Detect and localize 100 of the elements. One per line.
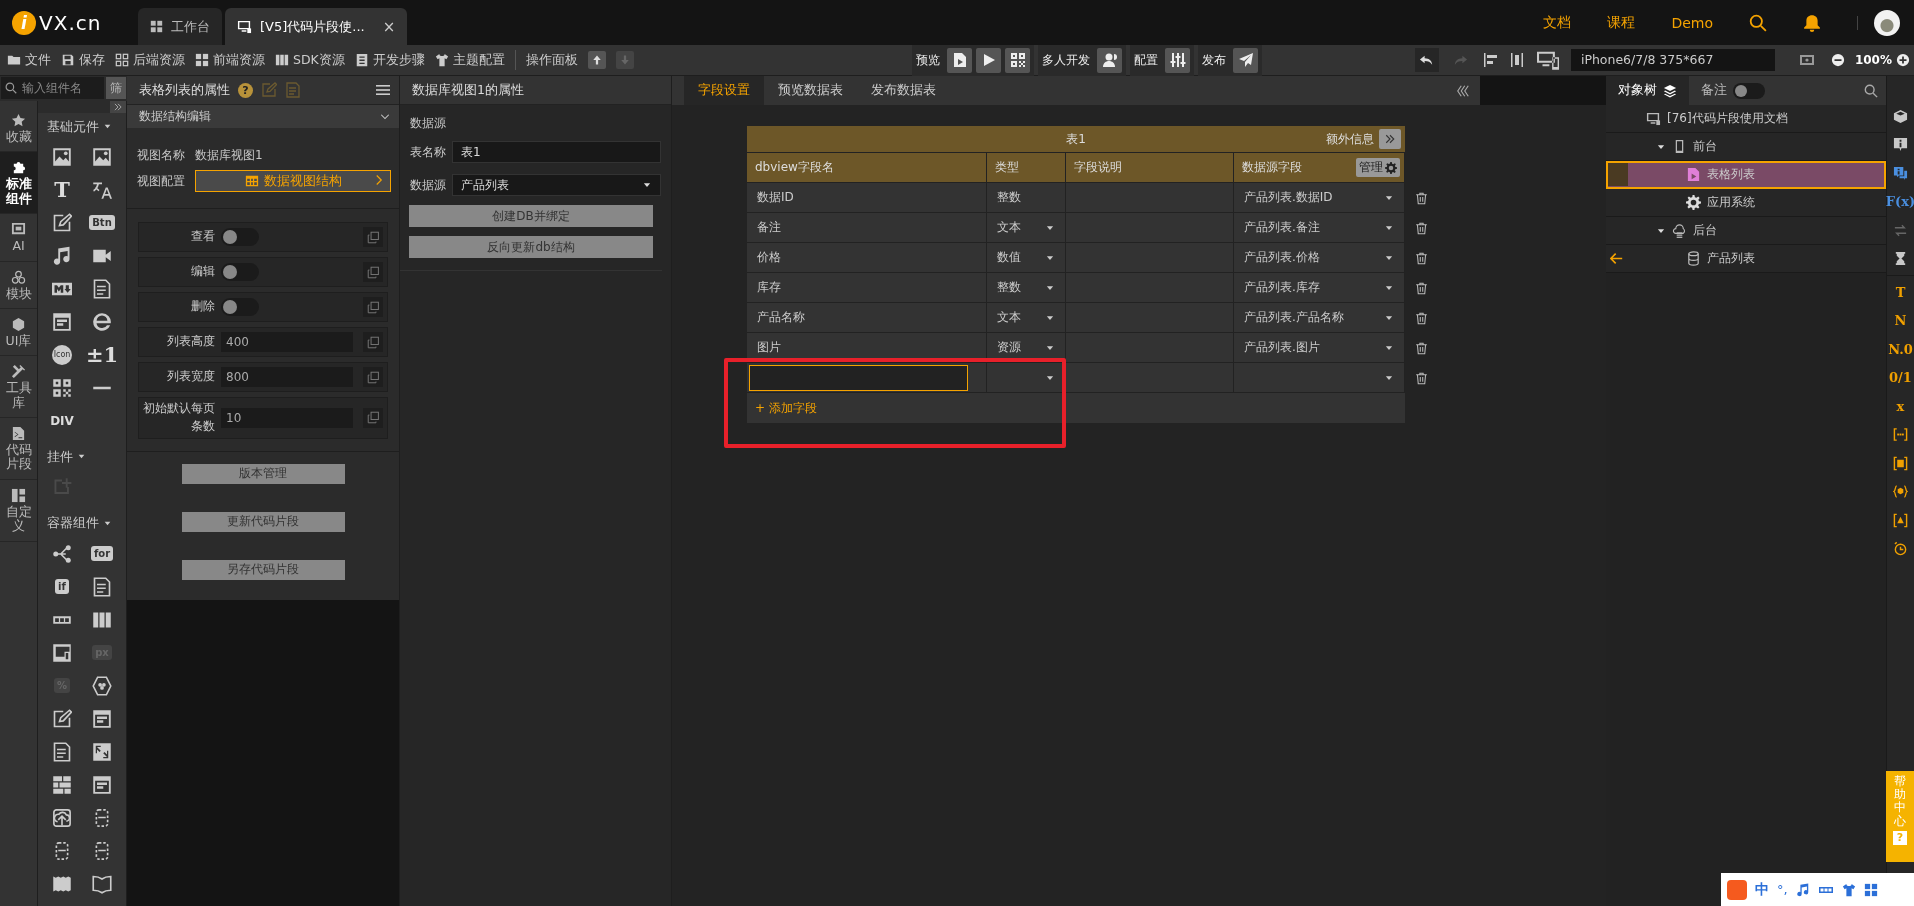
component-icon[interactable] <box>52 245 72 266</box>
hourglass-icon[interactable] <box>1893 251 1908 267</box>
number-field[interactable]: 10 <box>221 407 353 428</box>
input-mode[interactable]: 中 <box>1755 880 1769 899</box>
menu-button[interactable]: 开发步骤 <box>354 51 425 69</box>
send-button[interactable] <box>1233 47 1258 73</box>
component-glyph[interactable]: T <box>54 177 70 203</box>
nav-link[interactable]: 课程 <box>1607 13 1636 32</box>
tool-glyph[interactable]: x <box>1896 398 1905 414</box>
device-icon[interactable] <box>1534 49 1561 71</box>
clock-icon[interactable] <box>1893 541 1908 557</box>
menu-button[interactable]: 主题配置 <box>434 51 505 69</box>
punctuation-mode[interactable]: °, <box>1777 882 1788 897</box>
component-label[interactable]: DIV <box>50 413 74 428</box>
section-title[interactable]: 容器组件 <box>47 514 99 533</box>
action-button[interactable]: 更新代码片段 <box>181 511 345 532</box>
component-icon[interactable] <box>52 774 72 795</box>
component-icon[interactable] <box>92 576 112 597</box>
play-button[interactable] <box>976 47 1001 73</box>
search-icon[interactable] <box>1749 13 1767 32</box>
grid-icon[interactable] <box>1863 882 1878 897</box>
action-button[interactable]: 创建DB并绑定 <box>409 205 653 227</box>
tool-glyph[interactable]: F(x) <box>1885 194 1914 210</box>
source-dropdown[interactable]: 产品列表 <box>452 174 661 196</box>
menu-icon[interactable] <box>375 82 391 98</box>
nav-link[interactable]: Demo <box>1671 14 1713 31</box>
copy-button[interactable] <box>363 227 383 247</box>
component-icon[interactable] <box>92 741 112 762</box>
number-field[interactable]: 400 <box>221 332 353 352</box>
toggle-switch[interactable] <box>221 228 259 246</box>
menu-button[interactable]: 文件 <box>7 51 51 69</box>
bell-icon[interactable] <box>1803 13 1821 32</box>
tool-glyph[interactable]: N.0 <box>1888 341 1913 357</box>
tool-glyph[interactable]: T <box>1895 284 1906 300</box>
toggle-switch[interactable] <box>221 298 259 316</box>
component-icon[interactable] <box>92 708 112 729</box>
component-badge[interactable]: Icon <box>52 344 72 365</box>
table-name-field[interactable]: 表1 <box>452 141 661 163</box>
nav-link[interactable]: 文档 <box>1543 13 1572 32</box>
action-button[interactable]: 版本管理 <box>181 463 345 484</box>
panel-tab[interactable]: 备注 <box>1689 76 1777 105</box>
search-input[interactable]: 输入组件名 <box>20 80 92 97</box>
copy-button[interactable] <box>363 297 383 317</box>
tool-glyph[interactable]: N <box>1894 313 1907 329</box>
search-icon[interactable] <box>1864 83 1878 98</box>
ime-logo-icon[interactable] <box>1727 879 1747 900</box>
component-icon[interactable] <box>92 774 112 795</box>
name-field[interactable] <box>749 364 968 391</box>
arrow-left-icon[interactable] <box>1610 252 1623 265</box>
close-button[interactable]: × <box>382 17 396 36</box>
move-up-button[interactable] <box>587 51 606 69</box>
tree-node[interactable]: 前台 <box>1606 133 1886 161</box>
number-field[interactable]: 800 <box>221 367 353 387</box>
swap-icon[interactable] <box>1893 222 1908 238</box>
manage-button[interactable]: 管理 <box>1356 158 1400 177</box>
collapse-icon[interactable] <box>1456 83 1470 98</box>
cube-icon[interactable] <box>1893 108 1908 124</box>
rail-item[interactable]: 代码片段 <box>0 418 37 480</box>
info-icon[interactable] <box>1893 137 1908 153</box>
menu-button[interactable]: 前端资源 <box>195 51 265 69</box>
trash-icon[interactable] <box>1415 371 1428 385</box>
component-icon[interactable] <box>52 642 72 663</box>
undo-button[interactable] <box>1414 48 1439 72</box>
notes-toggle[interactable] <box>1733 82 1765 99</box>
zoom-out-icon[interactable] <box>1830 53 1845 67</box>
component-icon[interactable] <box>52 212 72 233</box>
trash-icon[interactable] <box>1415 341 1428 355</box>
search-field[interactable]: 输入组件名 <box>1 77 104 100</box>
menu-button[interactable]: SDK资源 <box>275 51 345 69</box>
tree-node[interactable]: 后台 <box>1606 217 1886 245</box>
component-icon[interactable] <box>92 146 112 167</box>
component-icon[interactable] <box>92 278 112 299</box>
component-icon[interactable] <box>92 675 112 696</box>
device-field[interactable]: iPhone6/7/8 375*667 <box>1570 49 1775 71</box>
view-structure-button[interactable]: 数据视图结构 <box>195 170 391 192</box>
tree-node[interactable]: [76]代码片段使用文档 <box>1606 105 1886 133</box>
trash-icon[interactable] <box>1415 311 1428 325</box>
help-icon[interactable]: ? <box>238 82 253 98</box>
editor-tab[interactable]: [V5]代码片段使... × <box>225 8 408 45</box>
bracket-dots-icon[interactable] <box>1893 427 1908 443</box>
component-icon[interactable] <box>52 708 72 729</box>
component-icon[interactable] <box>52 741 72 762</box>
tab[interactable]: 预览数据表 <box>764 76 857 105</box>
trash-icon[interactable] <box>1415 251 1428 265</box>
trash-icon[interactable] <box>1415 281 1428 295</box>
action-button[interactable]: 反向更新db结构 <box>409 236 653 258</box>
editor-tab[interactable]: 工作台 <box>138 8 222 45</box>
align-left-icon[interactable] <box>1482 52 1499 68</box>
copy-button[interactable] <box>363 262 383 282</box>
menu-button[interactable]: 后端资源 <box>115 51 185 69</box>
tree-node[interactable]: 表格列表 <box>1606 161 1886 189</box>
avatar[interactable] <box>1874 9 1900 36</box>
rail-item[interactable]: 模块 <box>0 261 37 309</box>
rail-item[interactable]: 工具库 <box>0 356 37 418</box>
add-field-link[interactable]: + 添加字段 <box>755 399 817 417</box>
shirt-icon[interactable] <box>1841 882 1856 897</box>
section-header[interactable]: 数据结构编辑 <box>127 105 399 128</box>
tree-node[interactable]: 产品列表 <box>1606 245 1886 273</box>
section-title[interactable]: 基础元件 <box>47 117 99 136</box>
trash-icon[interactable] <box>1415 191 1428 205</box>
